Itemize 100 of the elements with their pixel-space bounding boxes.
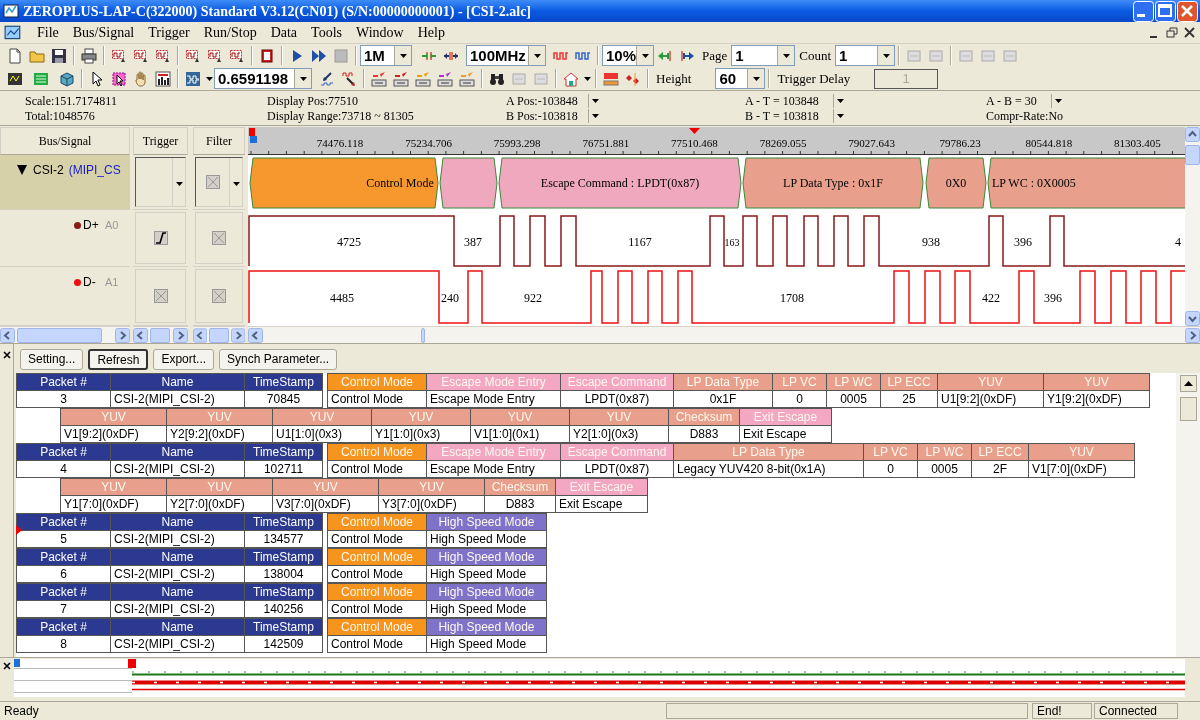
expand-triangle-icon[interactable] xyxy=(16,164,28,176)
menu-item[interactable]: File xyxy=(30,22,66,43)
menu-item[interactable]: Help xyxy=(410,22,452,43)
menu-item[interactable]: Data xyxy=(263,22,305,43)
hand-icon[interactable] xyxy=(133,70,149,87)
pointer-icon[interactable] xyxy=(89,70,105,87)
bus-bar-icon[interactable] xyxy=(603,70,619,87)
toolbar-label: Count xyxy=(798,46,833,65)
scroll-thumb[interactable] xyxy=(1179,397,1197,421)
scrollbar[interactable] xyxy=(1185,127,1200,326)
close-icon[interactable] xyxy=(2,661,12,671)
zoom-in-wave-icon[interactable] xyxy=(319,70,335,87)
panel-button[interactable]: Synch Parameter... xyxy=(219,348,338,370)
dropdown-button[interactable] xyxy=(832,108,844,123)
cube-icon[interactable] xyxy=(59,70,75,87)
close-icon[interactable] xyxy=(1182,25,1197,40)
dropdown-field[interactable] xyxy=(195,157,243,207)
scrollbar[interactable] xyxy=(193,326,245,343)
scrollbar[interactable] xyxy=(0,326,130,343)
marker-bar-icon[interactable] xyxy=(459,70,475,87)
caret-icon xyxy=(752,76,760,81)
column-header[interactable]: Filter xyxy=(193,127,245,155)
waveform-icon[interactable] xyxy=(185,70,201,87)
close-button[interactable] xyxy=(1177,0,1198,22)
home-icon[interactable] xyxy=(563,70,579,87)
scroll-left-icon[interactable] xyxy=(193,327,208,343)
save-icon[interactable] xyxy=(51,47,67,64)
pulse-width-label: 4725 xyxy=(337,235,361,249)
menu-item[interactable]: Tools xyxy=(304,22,349,43)
signal-setup-icon[interactable] xyxy=(155,47,171,64)
menu-item[interactable]: Run/Stop xyxy=(196,22,264,43)
dropdown-button[interactable] xyxy=(1050,93,1062,108)
dropdown-field[interactable]: 10% xyxy=(602,45,654,66)
trigger-marker-icon[interactable] xyxy=(128,659,136,668)
fast-forward-icon[interactable] xyxy=(311,47,327,64)
marker-bar-icon[interactable] xyxy=(393,70,409,87)
scroll-right-icon[interactable] xyxy=(230,327,245,343)
signal-setup-icon[interactable] xyxy=(111,47,127,64)
scrollbar[interactable] xyxy=(248,326,1200,343)
column-header: Packet # xyxy=(17,549,110,565)
column-header[interactable]: Bus/Signal xyxy=(0,127,130,155)
marker-bar-icon[interactable] xyxy=(371,70,387,87)
signal-setup-icon[interactable] xyxy=(229,47,245,64)
scope-icon[interactable] xyxy=(7,70,23,87)
marker-bar-icon[interactable] xyxy=(415,70,431,87)
scroll-thumb[interactable] xyxy=(1185,145,1200,165)
scroll-left-icon[interactable] xyxy=(0,327,15,343)
signal-setup-icon[interactable] xyxy=(185,47,201,64)
dropdown-button[interactable] xyxy=(587,93,599,108)
menu-item[interactable]: Trigger xyxy=(141,22,197,43)
cursor-marker-icon[interactable] xyxy=(14,659,20,667)
scrollbar[interactable] xyxy=(1176,373,1200,657)
table-cell: Exit Escape xyxy=(556,495,647,512)
panel-button[interactable]: Export... xyxy=(153,348,215,370)
trigger-marker-icon[interactable] xyxy=(689,128,700,134)
zoom-out-wave-icon[interactable] xyxy=(341,70,357,87)
scroll-thumb[interactable] xyxy=(150,327,170,343)
panel-button[interactable]: Setting... xyxy=(20,348,84,370)
menu-item[interactable]: Window xyxy=(349,22,411,43)
dropdown-field[interactable]: 1 xyxy=(835,45,896,66)
column-header[interactable]: Trigger xyxy=(133,127,188,155)
dropdown-field[interactable]: 60 xyxy=(715,68,766,89)
dropdown-field[interactable]: 100MHz xyxy=(466,45,546,66)
cursor-marker-icon[interactable] xyxy=(249,128,257,143)
column-header: Escape Mode Entry xyxy=(427,444,560,460)
scroll-right-icon[interactable] xyxy=(173,327,188,343)
scroll-up-icon[interactable] xyxy=(1179,375,1197,392)
scroll-down-icon[interactable] xyxy=(1185,311,1200,326)
tick-label: 76751.881 xyxy=(582,137,630,149)
chip-icon[interactable] xyxy=(259,47,275,64)
marker-bar-icon[interactable] xyxy=(437,70,453,87)
rising-edge-icon[interactable] xyxy=(153,231,168,245)
scroll-thumb[interactable] xyxy=(421,327,425,343)
dropdown-field[interactable]: 0.6591198 xyxy=(214,68,312,89)
dropdown-field[interactable] xyxy=(135,157,186,207)
dropdown-field[interactable]: 1M xyxy=(360,45,412,66)
dropdown-field[interactable]: 1 xyxy=(731,45,796,66)
scroll-right-icon[interactable] xyxy=(1185,327,1200,343)
scroll-thumb[interactable] xyxy=(209,327,229,343)
maximize-button[interactable] xyxy=(1155,0,1176,22)
signal-setup-icon[interactable] xyxy=(133,47,149,64)
restore-icon[interactable] xyxy=(1164,25,1179,40)
scroll-left-icon[interactable] xyxy=(248,327,263,343)
dropdown-button[interactable] xyxy=(587,108,599,123)
scroll-left-icon[interactable] xyxy=(133,327,148,343)
scroll-right-icon[interactable] xyxy=(115,327,130,343)
scrollbar[interactable] xyxy=(133,326,188,343)
menu-item[interactable]: Bus/Signal xyxy=(65,22,142,43)
bar-graph-icon[interactable] xyxy=(155,70,171,87)
panel-button[interactable]: Refresh xyxy=(88,348,149,370)
printer-icon[interactable] xyxy=(81,47,97,64)
close-icon[interactable] xyxy=(2,350,12,360)
signal-setup-icon[interactable] xyxy=(207,47,223,64)
selection-icon[interactable] xyxy=(111,70,127,87)
diamond-markers-icon[interactable] xyxy=(625,70,641,87)
dropdown-button[interactable] xyxy=(832,93,844,108)
scroll-thumb[interactable] xyxy=(17,327,102,343)
minimize-button[interactable] xyxy=(1133,0,1154,22)
new-file-icon[interactable] xyxy=(7,47,23,64)
display-grid-icon[interactable] xyxy=(33,70,49,87)
